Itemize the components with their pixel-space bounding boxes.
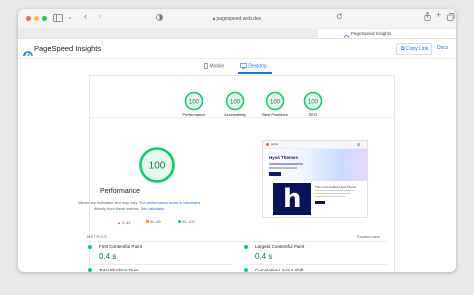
copy-link-button[interactable]: ⧉ Copy Link [396,43,432,55]
metric-fcp-status-icon [88,245,92,249]
metric-lcp-value: 0.4 s [255,252,273,261]
note-text-2: directly from these metrics. [94,206,140,211]
performance-score: 100 [149,161,166,172]
legend-pass: 90–100 [178,220,195,224]
app-header: PageSpeed Insights ⧉ Copy Link Docs [18,39,456,59]
close-window-button[interactable] [26,16,31,21]
gauge-performance-score: 100 [189,99,200,105]
gauge-accessibility[interactable]: 100 [225,91,245,111]
gauge-best-practices-score: 100 [270,99,281,105]
browser-window: ⌄ ‹ › 🔒︎ pagespeed.web.dev + PageSpeed I… [18,9,456,272]
address-bar[interactable]: 🔒︎ pagespeed.web.dev [166,14,308,23]
metric-cls-status-icon [244,268,248,272]
legend-average: 50–89 [146,220,161,224]
gauge-seo[interactable]: 100 [303,91,323,111]
note-text-1: Values are estimated and may vary. The [78,201,146,205]
score-calculated-link[interactable]: performance score is calculated [147,201,201,205]
minimize-window-button[interactable] [34,16,39,21]
metric-tbt-status-icon [88,268,92,272]
expand-view-toggle[interactable]: Expand view [357,234,380,239]
tab-strip: PageSpeed Insights [18,28,456,39]
metrics-row-divider [87,264,232,265]
screenshot-button [315,201,325,204]
gauge-performance[interactable]: 100 [184,91,204,111]
app-brand[interactable]: PageSpeed Insights [34,44,101,53]
screenshot-cart-icon [357,142,360,146]
new-tab-icon[interactable]: + [436,11,441,20]
tab-pagespeed[interactable]: PageSpeed Insights [318,29,456,38]
legend-average-range: 50–89 [150,220,161,224]
gauge-best-practices[interactable]: 100 [265,91,285,111]
screenshot-cta [269,172,281,176]
docs-link[interactable]: Docs [437,45,448,51]
share-icon[interactable] [424,12,431,23]
page-screenshot: Hyvä Hyvä Themes h This is the default H… [262,140,368,218]
circle-icon [178,220,181,223]
copy-link-label: Copy Link [405,46,429,52]
device-tabs: Mobile Desktop [18,60,456,74]
screenshot-hero: Hyvä Themes [263,149,367,181]
metric-lcp-label: Largest Contentful Paint [255,244,305,249]
section-divider [90,117,394,118]
performance-title: Performance [99,188,141,195]
metric-tbt-label: Total Blocking Time [99,268,139,271]
back-icon[interactable]: ‹ [84,12,87,21]
tab-mobile[interactable]: Mobile [204,63,224,69]
see-calculator-link[interactable]: See calculator. [140,207,165,211]
lock-icon: 🔒︎ [212,16,216,21]
metrics-row-divider [243,264,387,265]
square-icon [146,220,149,223]
screenshot-logo-icon [266,142,269,146]
tab-mobile-label: Mobile [209,63,225,70]
tabs-overview-icon[interactable] [447,13,455,23]
tab-title: PageSpeed Insights [351,31,392,36]
legend-fail: ▲ 0–49 [117,220,130,225]
browser-toolbar: ⌄ ‹ › 🔒︎ pagespeed.web.dev + [18,9,456,29]
gauge-accessibility-score: 100 [230,99,241,105]
metrics-header: METRICS [87,234,108,239]
screenshot-text-line [315,193,351,195]
hyva-logo-icon: h [283,184,302,214]
triangle-icon: ▲ [117,220,121,225]
screenshot-headline: Hyvä Themes [269,155,299,160]
screenshot-nav: Hyvä [263,141,367,149]
tab-desktop[interactable]: Desktop [240,63,267,69]
privacy-icon[interactable] [156,14,163,23]
forward-icon[interactable]: › [98,12,101,21]
metric-fcp-label: First Contentful Paint [99,244,142,249]
reload-icon[interactable] [336,13,343,22]
screenshot-text-line [269,167,297,169]
metric-fcp-value: 0.4 s [99,252,117,261]
screenshot-product-image: h [273,183,311,215]
url-text: pagespeed.web.dev [216,16,262,22]
screenshot-text-line [269,163,303,165]
legend-fail-range: 0–49 [122,221,131,225]
performance-note: Values are estimated and may vary. The p… [78,201,228,212]
gauge-seo-score: 100 [308,99,319,105]
screenshot-text-line [315,196,345,198]
screenshot-caption: This is the default Hyvä Theme [315,185,357,189]
performance-gauge: 100 [138,146,176,184]
screenshot-brand: Hyvä [271,142,278,146]
chevron-down-icon[interactable]: ⌄ [67,13,73,22]
zoom-window-button[interactable] [42,16,47,21]
metric-lcp-status-icon [244,245,248,249]
link-icon: ⧉ [401,46,405,52]
sidebar-icon[interactable] [53,14,63,24]
active-tab-indicator [238,72,272,74]
legend-pass-range: 90–100 [182,220,195,224]
metrics-divider [87,241,387,242]
screenshot-text-line [315,190,355,192]
metric-cls-label: Cumulative Layout Shift [255,268,304,271]
tab-desktop-label: Desktop [248,63,267,70]
